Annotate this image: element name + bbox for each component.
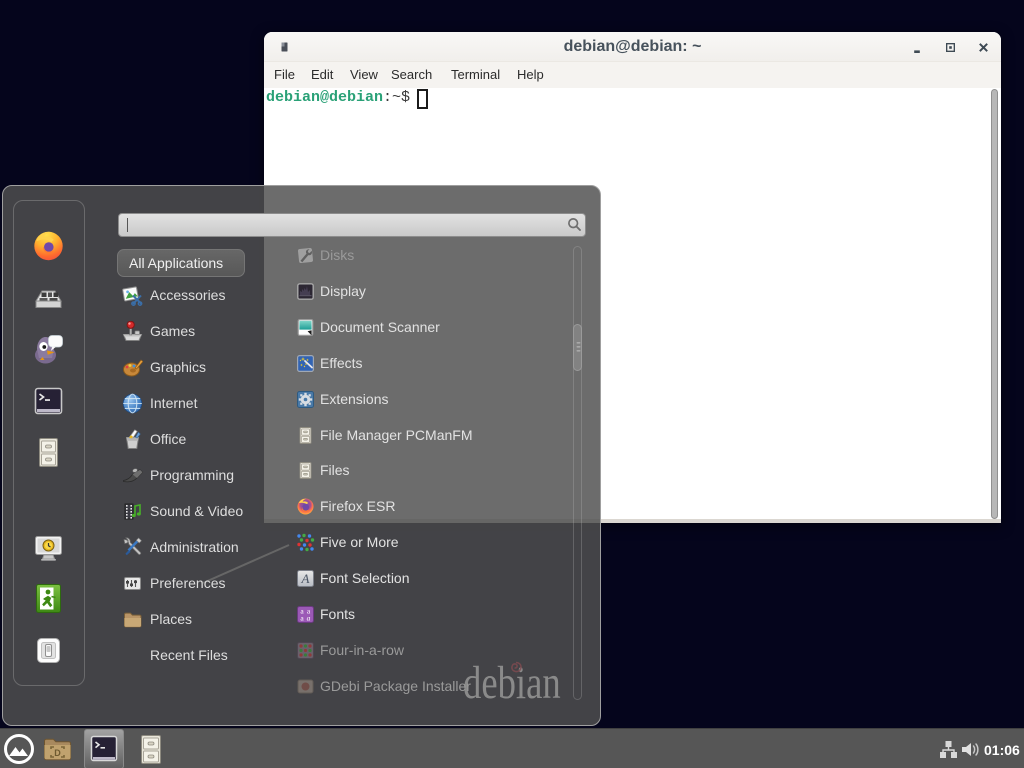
svg-text:a: a [307,614,311,623]
svg-text:D: D [54,748,61,758]
svg-text:A: A [301,571,310,586]
